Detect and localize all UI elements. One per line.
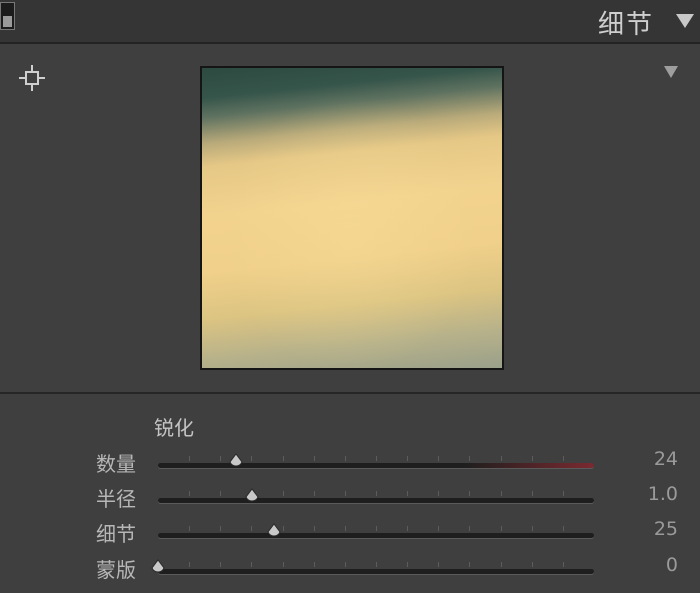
slider-tick [438,456,439,461]
slider-label-masking: 蒙版 [96,558,136,582]
slider-tick [345,526,346,531]
slider-tick [189,526,190,531]
slider-detail[interactable]: 细节 25 [0,518,700,550]
slider-tick [563,526,564,531]
slider-tick [283,562,284,567]
slider-tick [469,562,470,567]
slider-tick [501,526,502,531]
slider-thumb[interactable] [265,523,283,541]
slider-tick [407,562,408,567]
panel-header[interactable]: 细节 [0,0,700,44]
slider-thumb[interactable] [149,559,167,577]
slider-tick [251,562,252,567]
panel-switch-icon[interactable] [0,2,15,30]
slider-tick [438,526,439,531]
slider-thumb[interactable] [243,488,261,506]
slider-tick [345,562,346,567]
slider-tick [438,491,439,496]
slider-tick [189,562,190,567]
slider-tick [532,526,533,531]
slider-label-radius: 半径 [96,487,136,511]
slider-tick [220,456,221,461]
sharpening-section: 锐化 数量 24 半径 1.0 细节 25 蒙版 0 [0,394,700,593]
slider-tick [283,491,284,496]
slider-tick [501,562,502,567]
slider-tick [532,562,533,567]
slider-tick [189,491,190,496]
slider-tick [314,562,315,567]
slider-tick [220,491,221,496]
preview-menu-icon[interactable] [664,66,678,78]
slider-tick [314,526,315,531]
slider-tick [532,456,533,461]
slider-tick [251,456,252,461]
slider-tick [563,562,564,567]
slider-track-detail[interactable] [158,523,594,538]
crosshair-target-icon[interactable] [18,64,46,92]
slider-tick [314,456,315,461]
slider-tick [469,491,470,496]
triangle-down-icon[interactable] [676,14,694,28]
slider-value-radius[interactable]: 1.0 [648,483,678,505]
slider-radius[interactable]: 半径 1.0 [0,483,700,515]
slider-tick [501,491,502,496]
slider-tick [469,456,470,461]
slider-thumb[interactable] [227,453,245,471]
slider-label-amount: 数量 [96,452,136,476]
slider-track-amount[interactable] [158,453,594,468]
slider-tick [563,491,564,496]
slider-value-detail[interactable]: 25 [654,518,678,540]
slider-tick [563,456,564,461]
slider-tick [345,456,346,461]
slider-tick [220,526,221,531]
slider-tick [407,491,408,496]
sharpening-label: 锐化 [154,416,194,440]
slider-tick [407,456,408,461]
slider-tick [283,456,284,461]
slider-tick [376,456,377,461]
slider-tick [345,491,346,496]
slider-tick [283,526,284,531]
panel-title[interactable]: 细节 [598,4,654,41]
slider-value-amount[interactable]: 24 [654,448,678,470]
slider-tick [376,526,377,531]
slider-tick [438,562,439,567]
slider-tick [376,562,377,567]
slider-fill-amount [463,463,594,468]
slider-tick [532,491,533,496]
slider-tick [189,456,190,461]
detail-preview-image[interactable] [200,66,504,370]
slider-track-radius[interactable] [158,488,594,503]
slider-tick [251,526,252,531]
slider-tick [220,562,221,567]
slider-value-masking[interactable]: 0 [666,554,678,576]
slider-tick [469,526,470,531]
detail-preview-area [0,44,700,394]
slider-track-masking[interactable] [151,559,594,574]
slider-tick [376,491,377,496]
slider-tick [501,456,502,461]
slider-tick [314,491,315,496]
slider-masking[interactable]: 蒙版 0 [0,554,700,586]
slider-label-detail: 细节 [96,522,136,546]
slider-tick [407,526,408,531]
slider-amount[interactable]: 数量 24 [0,448,700,480]
